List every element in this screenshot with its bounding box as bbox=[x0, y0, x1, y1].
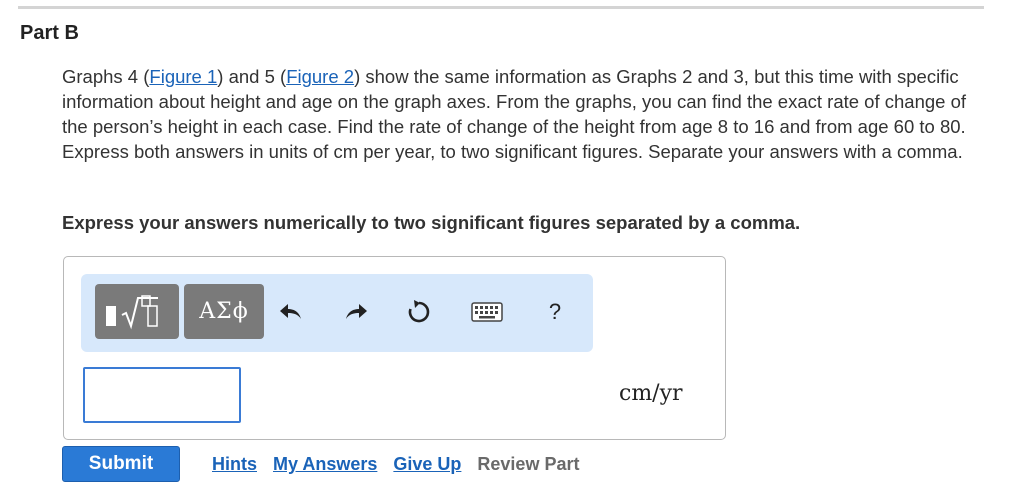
question-text-b: ) and 5 ( bbox=[217, 66, 287, 87]
review-part-link[interactable]: Review Part bbox=[477, 454, 579, 474]
undo-icon[interactable] bbox=[276, 296, 308, 328]
answer-box: ΑΣϕ ? cm/yr bbox=[63, 256, 726, 440]
units-label: cm/yr bbox=[619, 381, 683, 406]
question-text: Graphs 4 (Figure 1) and 5 (Figure 2) sho… bbox=[62, 64, 992, 164]
figure-2-link[interactable]: Figure 2 bbox=[286, 66, 354, 87]
symbols-button[interactable]: ΑΣϕ bbox=[184, 284, 264, 339]
figure-1-link[interactable]: Figure 1 bbox=[149, 66, 217, 87]
submit-button[interactable]: Submit bbox=[62, 446, 180, 482]
part-title: Part B bbox=[20, 22, 79, 44]
answer-input[interactable] bbox=[83, 367, 241, 423]
hints-link[interactable]: Hints bbox=[212, 454, 257, 474]
question-text-a: Graphs 4 ( bbox=[62, 66, 150, 87]
math-toolbar: ΑΣϕ ? bbox=[81, 274, 593, 352]
templates-sqrt-icon bbox=[106, 294, 158, 329]
top-divider bbox=[18, 6, 984, 9]
give-up-link[interactable]: Give Up bbox=[393, 454, 461, 474]
reset-icon[interactable] bbox=[403, 296, 435, 328]
templates-button[interactable] bbox=[95, 284, 179, 339]
action-links: Hints My Answers Give Up Review Part bbox=[212, 454, 595, 475]
help-button[interactable]: ? bbox=[539, 296, 571, 328]
answer-instruction: Express your answers numerically to two … bbox=[62, 212, 801, 233]
keyboard-icon[interactable] bbox=[471, 296, 503, 328]
my-answers-link[interactable]: My Answers bbox=[273, 454, 377, 474]
redo-icon[interactable] bbox=[339, 296, 371, 328]
